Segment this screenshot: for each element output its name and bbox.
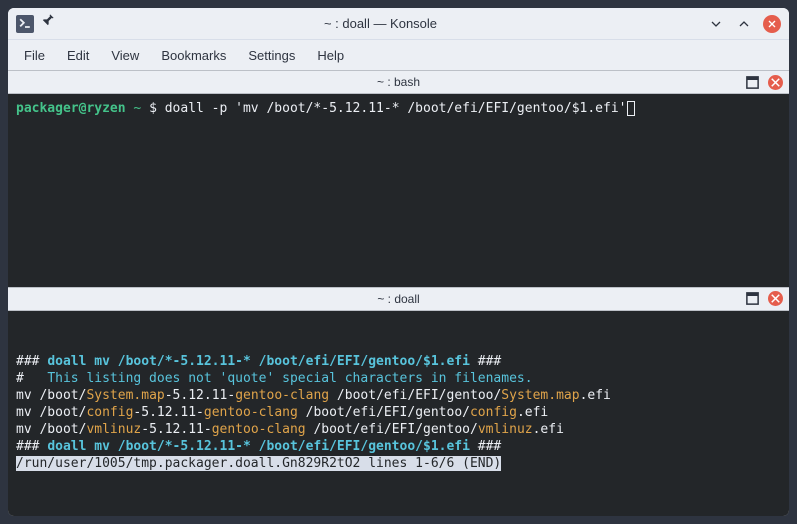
- menu-bookmarks[interactable]: Bookmarks: [151, 44, 236, 67]
- pager-status: /run/user/1005/tmp.packager.doall.Gn829R…: [16, 456, 501, 471]
- top-pane-title: ~ : bash: [8, 75, 789, 89]
- menu-file[interactable]: File: [14, 44, 55, 67]
- output-text: /boot/efi/EFI/gentoo/: [329, 388, 501, 403]
- output-text: config: [470, 405, 517, 420]
- output-text: .efi: [517, 405, 548, 420]
- bottom-pane-header[interactable]: ~ : doall: [8, 287, 789, 311]
- close-button[interactable]: [763, 15, 781, 33]
- top-pane-actions: [745, 75, 783, 90]
- output-text: config: [86, 405, 133, 420]
- maximize-pane-button[interactable]: [745, 75, 760, 90]
- terminal-bottom-pane[interactable]: ### doall mv /boot/*-5.12.11-* /boot/efi…: [8, 311, 789, 516]
- cursor-icon: [627, 101, 635, 116]
- bottom-pane-actions: [745, 291, 783, 306]
- output-text: mv /boot/: [16, 388, 86, 403]
- menu-help[interactable]: Help: [307, 44, 354, 67]
- output-text: System.map: [86, 388, 164, 403]
- menu-edit[interactable]: Edit: [57, 44, 99, 67]
- output-text: vmlinuz: [478, 422, 533, 437]
- konsole-window: ~ : doall — Konsole File Edit View Bookm…: [8, 8, 789, 516]
- output-text: vmlinuz: [86, 422, 141, 437]
- maximize-pane-button[interactable]: [745, 291, 760, 306]
- prompt-user: packager@ryzen: [16, 101, 126, 116]
- titlebar-left: [16, 14, 54, 33]
- output-text: doall mv /boot/*-5.12.11-* /boot/efi/EFI…: [47, 439, 470, 454]
- output-text: #: [16, 371, 47, 386]
- output-text: This listing does not 'quote' special ch…: [47, 371, 532, 386]
- menu-view[interactable]: View: [101, 44, 149, 67]
- output-text: ###: [16, 354, 47, 369]
- output-text: -5.12.11-: [141, 422, 211, 437]
- output-text: System.map: [501, 388, 579, 403]
- output-text: /boot/efi/EFI/gentoo/: [306, 422, 478, 437]
- close-pane-button[interactable]: [768, 75, 783, 90]
- output-text: .efi: [533, 422, 564, 437]
- app-icon: [16, 15, 34, 33]
- pin-icon[interactable]: [40, 14, 54, 33]
- terminal-container: ~ : bash packager@ryzen ~ $ doall -p 'mv…: [8, 70, 789, 516]
- minimize-button[interactable]: [707, 15, 725, 33]
- prompt-symbol: $: [149, 101, 165, 116]
- output-text: .efi: [580, 388, 611, 403]
- output-text: gentoo-clang: [212, 422, 306, 437]
- maximize-button[interactable]: [735, 15, 753, 33]
- menubar: File Edit View Bookmarks Settings Help: [8, 40, 789, 70]
- window-controls: [707, 15, 781, 33]
- bottom-pane-title: ~ : doall: [8, 292, 789, 306]
- prompt-path: ~: [126, 101, 149, 116]
- titlebar[interactable]: ~ : doall — Konsole: [8, 8, 789, 40]
- top-pane-header[interactable]: ~ : bash: [8, 70, 789, 94]
- output-text: -5.12.11-: [133, 405, 203, 420]
- output-text: -5.12.11-: [165, 388, 235, 403]
- output-text: gentoo-clang: [204, 405, 298, 420]
- menu-settings[interactable]: Settings: [238, 44, 305, 67]
- output-text: ###: [470, 439, 501, 454]
- output-text: ###: [16, 439, 47, 454]
- output-text: gentoo-clang: [235, 388, 329, 403]
- output-text: mv /boot/: [16, 405, 86, 420]
- terminal-top-pane[interactable]: packager@ryzen ~ $ doall -p 'mv /boot/*-…: [8, 94, 789, 287]
- command-input: doall -p 'mv /boot/*-5.12.11-* /boot/efi…: [165, 101, 627, 116]
- window-title: ~ : doall — Konsole: [54, 16, 707, 31]
- output-text: mv /boot/: [16, 422, 86, 437]
- close-pane-button[interactable]: [768, 291, 783, 306]
- output-text: doall mv /boot/*-5.12.11-* /boot/efi/EFI…: [47, 354, 470, 369]
- output-text: ###: [470, 354, 501, 369]
- output-text: /boot/efi/EFI/gentoo/: [298, 405, 470, 420]
